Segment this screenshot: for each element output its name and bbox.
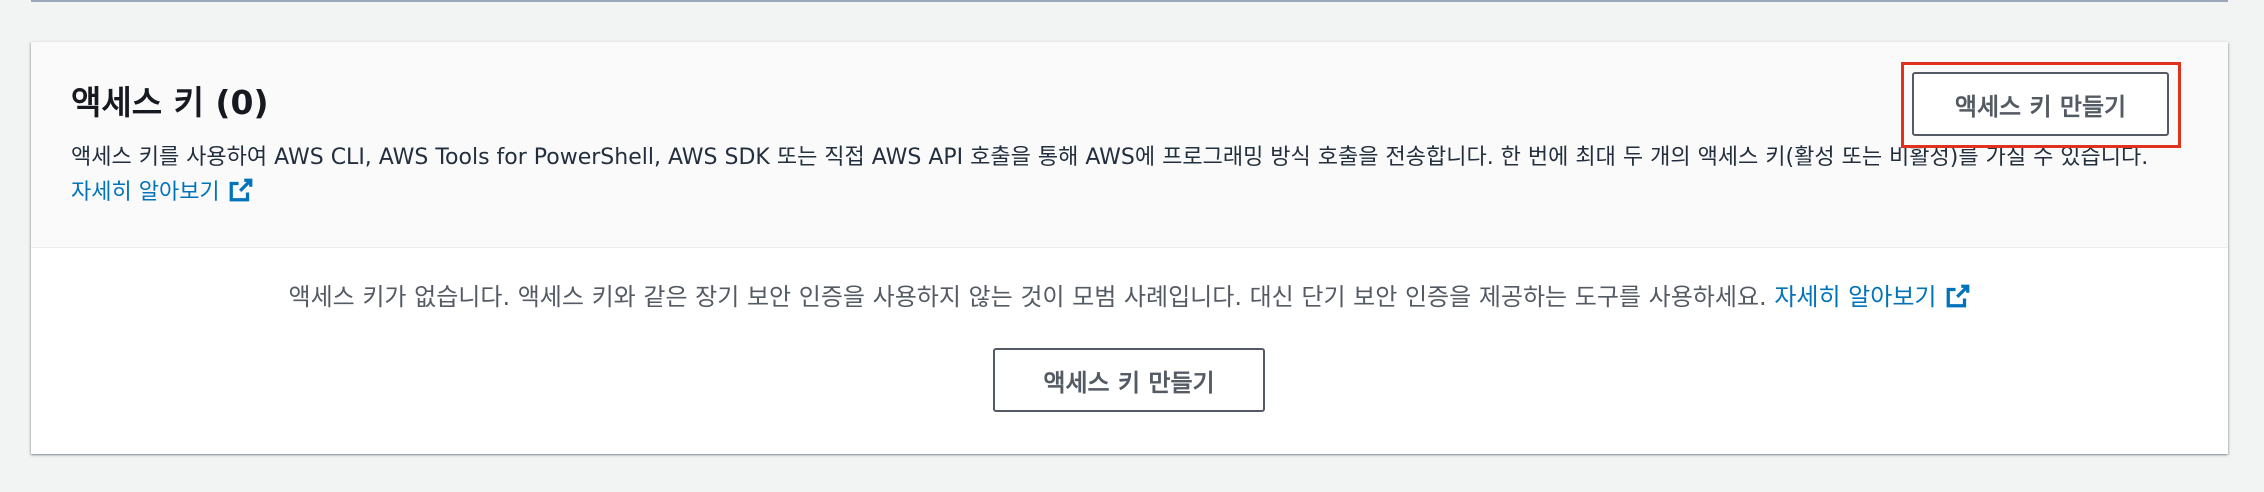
empty-state-create-access-key-button[interactable]: 액세스 키 만들기 [993, 348, 1265, 412]
external-link-icon [229, 178, 253, 202]
external-link-icon [1946, 284, 1969, 308]
create-access-key-button[interactable]: 액세스 키 만들기 [1912, 72, 2169, 136]
previous-card-edge [31, 0, 2228, 2]
learn-more-label: 자세히 알아보기 [71, 180, 220, 205]
empty-state-message: 액세스 키가 없습니다. 액세스 키와 같은 장기 보안 인증을 사용하지 않는… [31, 280, 2228, 314]
description-text: 액세스 키를 사용하여 AWS CLI, AWS Tools for Power… [71, 145, 2149, 170]
section-description: 액세스 키를 사용하여 AWS CLI, AWS Tools for Power… [71, 140, 2176, 210]
empty-state-learn-more-link[interactable]: 자세히 알아보기 [1774, 283, 1970, 311]
access-keys-panel: 액세스 키 (0) 액세스 키를 사용하여 AWS CLI, AWS Tools… [31, 42, 2228, 454]
empty-state-text: 액세스 키가 없습니다. 액세스 키와 같은 장기 보안 인증을 사용하지 않는… [288, 283, 1767, 311]
learn-more-link[interactable]: 자세히 알아보기 [71, 178, 254, 205]
empty-state-learn-more-label: 자세히 알아보기 [1774, 283, 1937, 311]
access-keys-header: 액세스 키 (0) 액세스 키를 사용하여 AWS CLI, AWS Tools… [31, 42, 2228, 248]
section-title: 액세스 키 (0) [71, 83, 269, 122]
